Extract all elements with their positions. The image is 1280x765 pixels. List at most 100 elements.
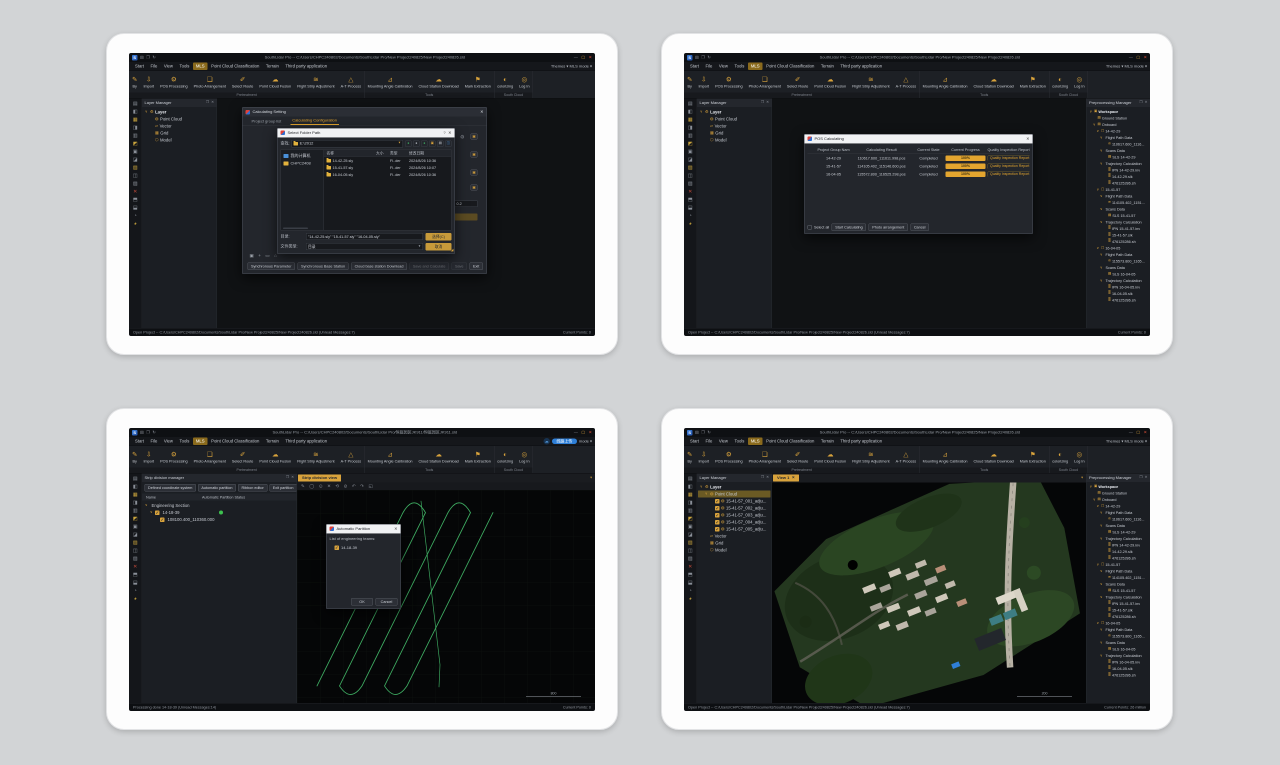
quick-access-icon[interactable]: ❐ — [146, 430, 150, 435]
ribbon-button[interactable]: ⊿Mounting Angle Calibration — [365, 449, 416, 464]
tree-item[interactable]: ▦Grid — [698, 130, 771, 137]
ribbon-button[interactable]: ⊿Mounting Angle Calibration — [920, 74, 971, 89]
ribbon-button[interactable]: ☁Point Cloud Fusion — [256, 74, 294, 89]
menu-item[interactable]: Terrain — [818, 63, 837, 70]
menu-item[interactable]: Start — [132, 438, 147, 445]
route-upload-button[interactable]: 线路上传 — [552, 438, 577, 444]
maximize-icon[interactable]: ▢ — [1136, 55, 1140, 60]
tree-item[interactable]: ◍15-41-57_005_adju... — [698, 526, 771, 533]
side-tool-icon[interactable]: ◧ — [688, 108, 693, 116]
expander-icon[interactable]: ∨ — [1093, 123, 1097, 127]
close-icon[interactable]: ✕ — [589, 430, 592, 435]
place-item[interactable]: 我的计算机 — [281, 152, 324, 160]
float-panel-icon[interactable]: ❐ — [761, 101, 764, 105]
quick-access-icon[interactable]: ↻ — [707, 55, 710, 60]
file-dialog-nav-icon[interactable]: ● — [405, 140, 412, 147]
tree-item[interactable]: ▱Vector — [698, 123, 771, 130]
menu-item[interactable]: MLS — [748, 438, 763, 445]
ribbon-button[interactable]: △A-T Process — [893, 74, 920, 89]
expander-icon[interactable]: ∨ — [1100, 207, 1104, 211]
minimize-icon[interactable]: — — [574, 430, 578, 435]
ribbon-button[interactable]: ✐Select Route — [784, 449, 811, 464]
menu-item[interactable]: Point Cloud Classification — [763, 63, 817, 70]
side-tool-icon[interactable]: ▤ — [688, 475, 693, 483]
file-row[interactable]: 16-04-05.slyFi..der2024/8/26 10:36 — [324, 171, 451, 178]
close-panel-icon[interactable]: ✕ — [766, 476, 769, 480]
view-tool-icon[interactable]: ✕ — [327, 484, 331, 489]
side-tool-icon[interactable]: ⬓ — [133, 204, 138, 212]
ribbon-button[interactable]: ⚑Mark Extraction — [1017, 449, 1049, 464]
side-tool-icon[interactable]: ▨ — [688, 555, 693, 563]
expander-icon[interactable]: ∨ — [1100, 162, 1104, 166]
ribbon-button[interactable]: ⚙POS Processing — [712, 74, 746, 89]
tree-item[interactable]: ◍Point Cloud — [143, 116, 216, 123]
column-header[interactable]: 类型 — [390, 151, 409, 156]
side-tool-icon[interactable]: ◨ — [133, 124, 138, 132]
side-tool-icon[interactable]: ◪ — [133, 531, 138, 539]
side-tool-icon[interactable]: ◫ — [688, 172, 693, 180]
minimize-icon[interactable]: — — [1129, 430, 1133, 435]
file-row[interactable]: 15-41-57.slyFi..der2024/8/26 10:07 — [324, 164, 451, 171]
ribbon-button[interactable]: ⚑Mark Extraction — [1017, 74, 1049, 89]
side-tool-icon[interactable]: ✕ — [688, 563, 692, 571]
tree-item[interactable]: ∨⚙Layer — [698, 109, 771, 116]
menu-item[interactable]: Tools — [176, 438, 192, 445]
side-tool-icon[interactable]: ⬓ — [133, 579, 138, 587]
ribbon-button[interactable]: ◎Log In — [516, 449, 532, 464]
side-tool-icon[interactable]: ◪ — [688, 531, 693, 539]
menu-item[interactable]: File — [702, 63, 715, 70]
ribbon-button[interactable]: ≋Flight Strip Adjustment — [849, 449, 893, 464]
side-tool-icon[interactable]: ▤ — [688, 100, 693, 108]
side-tool-icon[interactable]: ▤ — [133, 475, 138, 483]
menu-item[interactable]: MLS — [193, 438, 208, 445]
dialog-button[interactable]: Cloud base station Download — [351, 263, 407, 271]
menu-item[interactable]: Terrain — [818, 438, 837, 445]
close-icon[interactable]: ✕ — [589, 55, 592, 60]
ribbon-button[interactable]: ⇩Import — [140, 449, 157, 464]
side-tool-icon[interactable]: ⬒ — [688, 571, 693, 579]
close-icon[interactable]: ✕ — [1144, 55, 1147, 60]
ribbon-button[interactable]: ☁Cloud Station Download — [971, 74, 1017, 89]
browse-folder-icon[interactable]: ▣ — [471, 170, 478, 176]
tree-item[interactable]: ▱Vector — [698, 533, 771, 540]
tree-item[interactable]: ∨⚙Layer — [143, 109, 216, 116]
ribbon-button[interactable]: ⊿Mounting Angle Calibration — [365, 74, 416, 89]
browse-folder-icon[interactable]: ▣ — [471, 185, 478, 191]
expander-icon[interactable]: ∨ — [1100, 266, 1104, 270]
panel-button[interactable]: Exit partition — [269, 484, 297, 492]
select-all-option[interactable]: Select all — [808, 225, 830, 230]
menu-item[interactable]: File — [702, 438, 715, 445]
side-tool-icon[interactable]: ▥ — [133, 507, 138, 515]
dialog-button[interactable]: Synchronous Base Station — [297, 263, 348, 271]
group-action-icon[interactable]: ⌂ — [274, 253, 277, 258]
close-panel-icon[interactable]: ✕ — [1145, 101, 1148, 105]
maximize-icon[interactable]: ▢ — [1136, 430, 1140, 435]
checkbox[interactable] — [715, 527, 720, 532]
quick-access-icon[interactable]: ❐ — [701, 430, 705, 435]
side-tool-icon[interactable]: ◔ — [134, 587, 137, 595]
expander-icon[interactable]: ∨ — [1097, 188, 1101, 192]
quick-access-icon[interactable]: ❐ — [146, 55, 150, 60]
column-header[interactable]: 大小 — [376, 151, 390, 156]
side-tool-icon[interactable]: ▦ — [133, 491, 138, 499]
side-tool-icon[interactable]: ▣ — [688, 148, 693, 156]
side-tool-icon[interactable]: ◪ — [133, 156, 138, 164]
expander-icon[interactable]: ∨ — [1100, 149, 1104, 153]
side-tool-icon[interactable]: ◨ — [133, 499, 138, 507]
ribbon-button[interactable]: ✐Select Route — [784, 74, 811, 89]
quick-access-icon[interactable]: ▤ — [140, 430, 144, 435]
pos-table-row[interactable]: 15-41-57114105.402_115146.600.posComplet… — [808, 162, 1030, 170]
ok-button[interactable]: OK — [351, 598, 373, 606]
view-tool-icon[interactable]: ↶ — [352, 484, 356, 489]
cancel-button[interactable]: Cancel — [910, 224, 929, 232]
menu-item[interactable]: Tools — [731, 438, 747, 445]
menu-item[interactable]: Start — [132, 63, 147, 70]
menu-item[interactable]: View — [716, 63, 731, 70]
file-dialog-nav-icon[interactable]: ◫ — [445, 140, 452, 147]
tree-item[interactable]: ∨Engineering Section — [143, 502, 296, 509]
menu-item[interactable]: Third party application — [282, 63, 330, 70]
ribbon-button[interactable]: ✎By — [129, 74, 140, 89]
dialog-button[interactable]: Save — [451, 263, 467, 271]
menu-item[interactable]: View — [161, 438, 176, 445]
ribbon-button[interactable]: ☁Point Cloud Fusion — [811, 74, 849, 89]
